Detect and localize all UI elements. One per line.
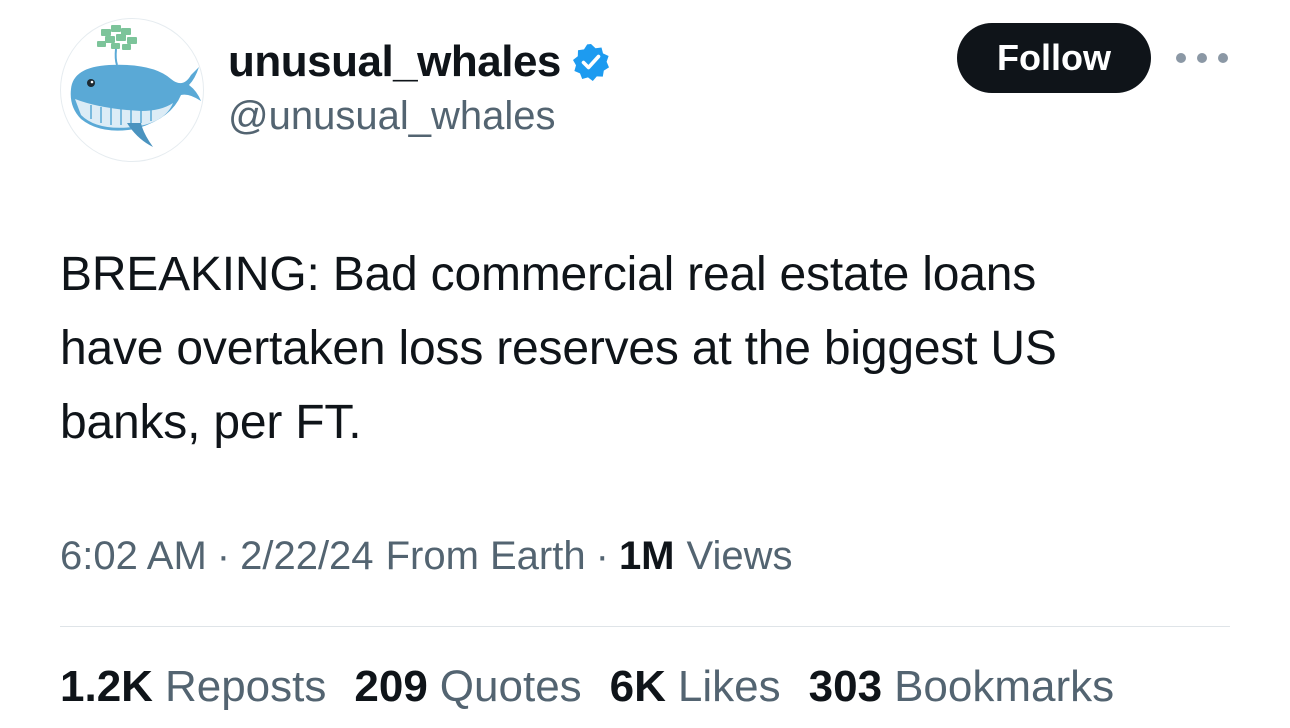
tweet-text-line: banks, per FT. [60,396,362,449]
more-dots-icon [1218,53,1228,63]
tweet-text-line: have overtaken loss reserves at the bigg… [60,322,1057,375]
reposts-label: Reposts [164,662,327,711]
more-dots-icon [1176,53,1186,63]
author-avatar[interactable] [60,18,204,162]
likes-count: 6K [609,662,666,711]
tweet-timestamp-date[interactable]: 2/22/24 [240,534,373,579]
bookmarks-stat[interactable]: 303 Bookmarks [809,662,1115,712]
tweet-source: From Earth [385,534,586,578]
views-count: 1M [618,534,675,578]
engagement-stats: 1.2K Reposts 209 Quotes 6K Likes 303 Bookmar… [60,662,1142,712]
tweet-text-line: BREAKING: Bad commercial real estate loa… [60,248,1036,301]
likes-stat[interactable]: 6K Likes [610,662,781,712]
tweet-card: unusual_whales @unusual_whales Follow BR… [0,0,1290,728]
bookmarks-count: 303 [808,662,883,711]
meta-separator: · [216,534,231,578]
author-handle[interactable]: @unusual_whales [228,94,555,139]
quotes-label: Quotes [439,662,582,711]
bookmarks-label: Bookmarks [894,662,1115,711]
quotes-count: 209 [354,662,428,711]
divider [60,626,1230,627]
verified-badge-icon[interactable] [571,42,611,82]
whale-logo-icon [70,25,201,147]
more-dots-icon [1197,53,1207,63]
author-name-row: unusual_whales [228,34,611,90]
views-label: Views [686,534,793,578]
likes-label: Likes [677,662,781,711]
reposts-count: 1.2K [60,662,153,711]
meta-separator: · [595,534,609,578]
follow-button[interactable]: Follow [957,23,1151,93]
tweet-timestamp-time[interactable]: 6:02 AM [60,534,207,579]
author-display-name[interactable]: unusual_whales [228,37,561,87]
quotes-stat[interactable]: 209 Quotes [354,662,581,712]
reposts-stat[interactable]: 1.2K Reposts [60,662,326,712]
tweet-text: BREAKING: Bad commercial real estate loa… [60,238,1240,460]
tweet-metadata: 6:02 AM · 2/22/24 From Earth · 1M Views [60,534,793,579]
more-options-button[interactable] [1176,44,1228,72]
